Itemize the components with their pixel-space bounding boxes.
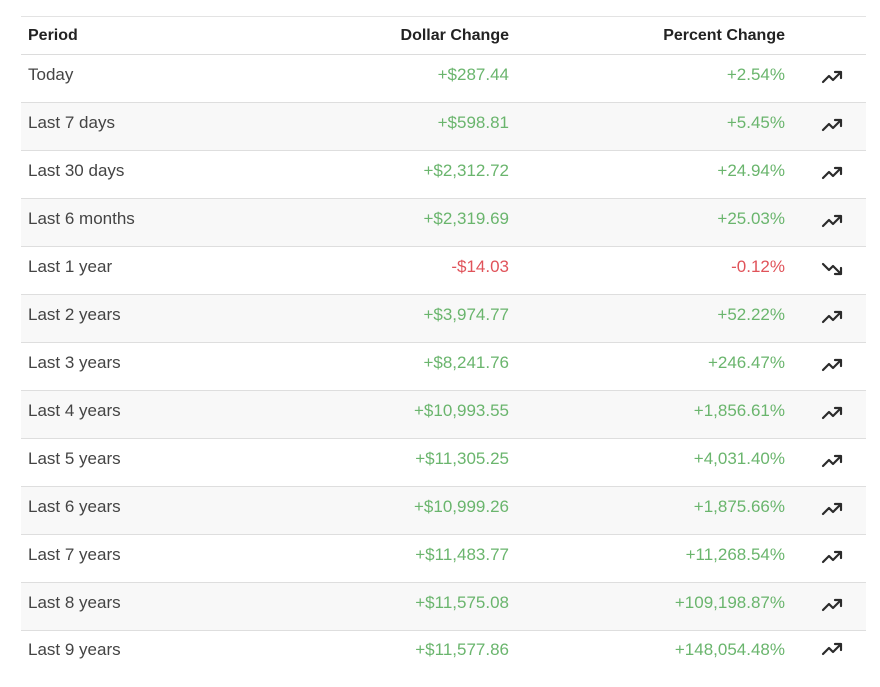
period-cell: Last 8 years	[28, 593, 121, 612]
dollar-change-cell: +$11,575.08	[415, 593, 509, 612]
column-header-dollar-change: Dollar Change	[400, 26, 509, 44]
dollar-change-cell: +$11,577.86	[415, 640, 509, 659]
period-cell: Last 9 years	[28, 640, 121, 659]
dollar-change-cell: +$11,483.77	[415, 545, 509, 564]
trending-up-icon	[821, 214, 843, 228]
period-cell: Last 30 days	[28, 161, 125, 180]
table-row: Last 7 years +$11,483.77 +11,268.54%	[21, 535, 866, 583]
dollar-change-cell: +$10,993.55	[413, 401, 509, 420]
column-header-period: Period	[28, 26, 78, 44]
period-cell: Last 6 months	[28, 209, 135, 228]
period-cell: Last 6 years	[28, 497, 121, 516]
table-row: Last 1 year -$14.03 -0.12%	[21, 247, 866, 295]
dollar-change-cell: +$2,312.72	[423, 161, 509, 180]
trending-up-icon	[821, 310, 843, 324]
period-cell: Last 2 years	[28, 305, 121, 324]
trend-cell	[785, 439, 866, 487]
percent-change-cell: +4,031.40%	[693, 449, 785, 468]
table-row: Last 4 years +$10,993.55 +1,856.61%	[21, 390, 866, 439]
trending-up-icon	[821, 358, 843, 372]
trend-cell	[785, 391, 866, 439]
table-body: Today +$287.44 +2.54% Last 7 days +$598.81 +5…	[21, 55, 866, 671]
trend-cell	[785, 487, 866, 535]
period-cell: Last 7 years	[28, 545, 121, 564]
dollar-change-cell: +$2,319.69	[423, 209, 509, 228]
table-row: Last 6 years +$10,999.26 +1,875.66%	[21, 486, 866, 535]
trending-up-icon	[821, 598, 843, 612]
trend-cell	[785, 199, 866, 247]
dollar-change-cell: +$8,241.76	[423, 353, 509, 372]
trend-cell	[785, 295, 866, 343]
percent-change-cell: -0.12%	[731, 257, 785, 276]
table-row: Last 8 years +$11,575.08 +109,198.87%	[21, 582, 866, 631]
trend-cell	[785, 583, 866, 631]
header-row: Period Dollar Change Percent Change	[21, 16, 866, 55]
table-row: Last 6 months +$2,319.69 +25.03%	[21, 198, 866, 247]
trend-cell	[785, 247, 866, 295]
percent-change-cell: +5.45%	[726, 113, 785, 132]
trending-down-icon	[821, 262, 843, 276]
trend-cell	[785, 535, 866, 583]
trending-up-icon	[821, 550, 843, 564]
period-cell: Last 5 years	[28, 449, 121, 468]
percent-change-cell: +1,856.61%	[693, 401, 785, 420]
dollar-change-cell: +$3,974.77	[423, 305, 509, 324]
period-cell: Last 7 days	[28, 113, 115, 132]
table-row: Last 3 years +$8,241.76 +246.47%	[21, 343, 866, 391]
table-header: Period Dollar Change Percent Change	[21, 16, 866, 55]
trend-cell	[785, 55, 866, 103]
price-change-table-container: Period Dollar Change Percent Change Toda…	[21, 16, 866, 671]
period-cell: Last 3 years	[28, 353, 121, 372]
percent-change-cell: +24.94%	[717, 161, 785, 180]
trending-up-icon	[821, 642, 843, 656]
table-row: Last 2 years +$3,974.77 +52.22%	[21, 294, 866, 343]
table-row: Last 9 years +$11,577.86 +148,054.48%	[21, 631, 866, 671]
price-change-table: Period Dollar Change Percent Change Toda…	[21, 16, 866, 671]
trend-cell	[785, 631, 866, 671]
percent-change-cell: +25.03%	[717, 209, 785, 228]
period-cell: Last 1 year	[28, 257, 113, 276]
dollar-change-cell: +$10,999.26	[413, 497, 509, 516]
period-cell: Last 4 years	[28, 401, 121, 420]
period-cell: Today	[28, 65, 74, 84]
table-row: Last 5 years +$11,305.25 +4,031.40%	[21, 439, 866, 487]
percent-change-cell: +52.22%	[717, 305, 785, 324]
dollar-change-cell: +$11,305.25	[415, 449, 509, 468]
percent-change-cell: +11,268.54%	[685, 545, 785, 564]
trending-up-icon	[821, 166, 843, 180]
trending-up-icon	[821, 454, 843, 468]
trend-cell	[785, 103, 866, 151]
trending-up-icon	[821, 406, 843, 420]
table-row: Last 7 days +$598.81 +5.45%	[21, 102, 866, 151]
dollar-change-cell: -$14.03	[451, 257, 509, 276]
trend-cell	[785, 343, 866, 391]
percent-change-cell: +1,875.66%	[693, 497, 785, 516]
trend-cell	[785, 151, 866, 199]
percent-change-cell: +246.47%	[707, 353, 785, 372]
percent-change-cell: +148,054.48%	[674, 640, 785, 659]
trending-up-icon	[821, 118, 843, 132]
column-header-trend	[785, 17, 866, 55]
percent-change-cell: +109,198.87%	[674, 593, 785, 612]
column-header-percent-change: Percent Change	[663, 26, 785, 44]
table-row: Last 30 days +$2,312.72 +24.94%	[21, 151, 866, 199]
dollar-change-cell: +$287.44	[437, 65, 509, 84]
table-row: Today +$287.44 +2.54%	[21, 55, 866, 103]
dollar-change-cell: +$598.81	[437, 113, 509, 132]
percent-change-cell: +2.54%	[726, 65, 785, 84]
trending-up-icon	[821, 70, 843, 84]
trending-up-icon	[821, 502, 843, 516]
